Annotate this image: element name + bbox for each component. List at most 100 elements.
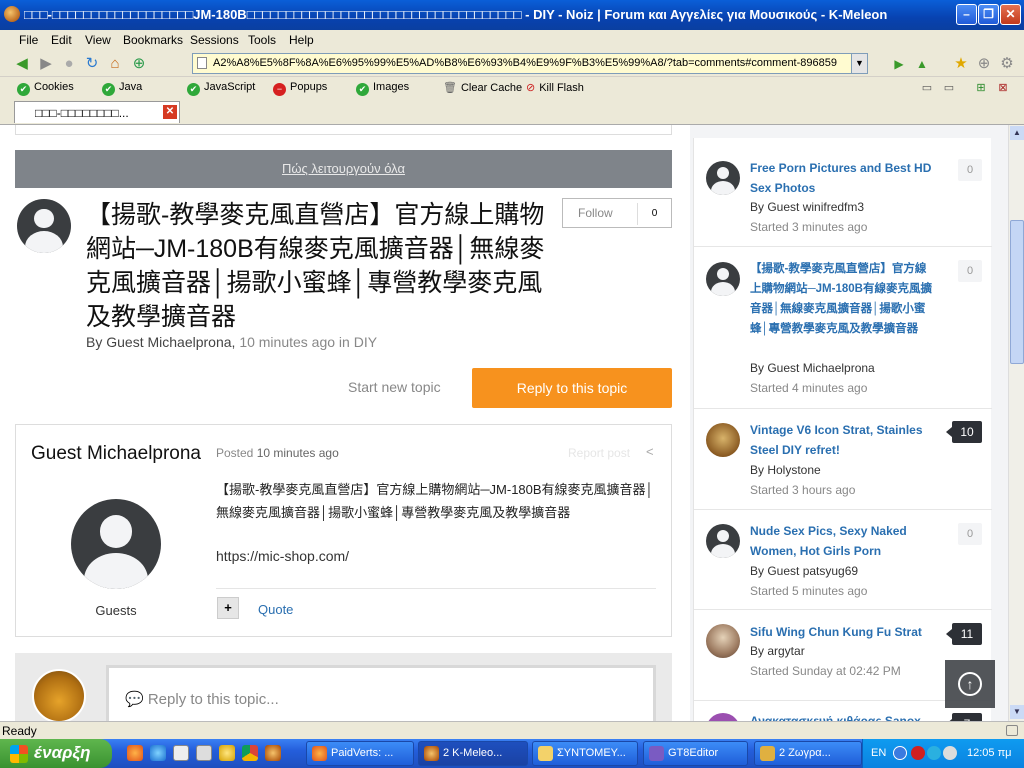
search-icon[interactable]: ⊕	[130, 55, 148, 73]
images-toggle[interactable]: ✔ Images	[356, 81, 409, 96]
list-item[interactable]: Vintage V6 Icon Strat, Stainles Steel DI…	[694, 409, 992, 510]
post-author-name[interactable]: Guest Michaelprona	[16, 442, 216, 466]
gt8editor-icon	[649, 746, 664, 761]
close-button[interactable]: ✕	[1000, 4, 1021, 25]
reply-to-topic-button[interactable]: Reply to this topic	[472, 368, 672, 408]
javascript-toggle[interactable]: ✔ JavaScript	[187, 81, 255, 96]
start-new-topic-link[interactable]: Start new topic	[348, 379, 441, 395]
list-item[interactable]: Free Porn Pictures and Best HD Sex Photo…	[694, 138, 992, 247]
list-item[interactable]: 【揚歌-教學麥克風直營店】官方線上購物網站─JM-180B有線麥克風擴音器│無線…	[694, 247, 992, 409]
window-icon[interactable]	[173, 745, 189, 761]
chrome-icon[interactable]	[242, 745, 258, 761]
tab-current[interactable]: □□□-□□□□□□□□... ✕	[14, 101, 180, 123]
list-item[interactable]: Nude Sex Pics, Sexy Naked Women, Hot Gir…	[694, 510, 992, 610]
menu-edit[interactable]: Edit	[51, 33, 72, 47]
share-icon[interactable]: <	[646, 444, 654, 459]
topic-author-avatar[interactable]	[706, 423, 740, 457]
document-icon[interactable]	[196, 745, 212, 761]
menu-tools[interactable]: Tools	[248, 33, 276, 47]
topic-author-avatar[interactable]	[706, 161, 740, 195]
start-button[interactable]: έναρξη	[0, 739, 112, 768]
forum-link[interactable]: DIY	[354, 334, 377, 350]
topic-link[interactable]: Sifu Wing Chun Kung Fu Strat	[750, 622, 935, 642]
post-link[interactable]: https://mic-shop.com/	[216, 548, 349, 564]
topic-by: By argytar	[750, 644, 805, 658]
post-author-avatar[interactable]	[71, 499, 161, 589]
vertical-scrollbar[interactable]: ▲ ▼	[1008, 125, 1024, 721]
maximize-button[interactable]: ❐	[978, 4, 999, 25]
forward-icon[interactable]: ▶	[37, 55, 55, 73]
menu-view[interactable]: View	[85, 33, 111, 47]
clear-cache-button[interactable]: 🗑 Clear Cache	[443, 81, 522, 94]
back-icon[interactable]: ◀	[13, 55, 31, 73]
up-icon[interactable]: ▲	[913, 55, 931, 73]
posted-time[interactable]: 10 minutes ago	[257, 446, 339, 460]
address-dropdown-icon[interactable]: ▼	[851, 54, 867, 73]
reply-editor[interactable]: 💬 Reply to this topic...	[106, 665, 656, 721]
taskbar-label: GT8Editor	[668, 747, 719, 759]
quote-link[interactable]: Quote	[258, 602, 293, 617]
topic-author-avatar[interactable]	[706, 624, 740, 658]
author-avatar[interactable]	[17, 199, 71, 253]
taskbar-button-kmeleon[interactable]: 2 K-Meleo...	[418, 741, 528, 766]
popups-toggle[interactable]: − Popups	[273, 81, 327, 96]
topic-author-avatar[interactable]: T	[706, 713, 740, 721]
menu-bookmarks[interactable]: Bookmarks	[123, 33, 183, 47]
ie-icon[interactable]	[150, 745, 166, 761]
tab-close-icon[interactable]: ✕	[163, 105, 177, 119]
address-bar[interactable]: A2%A8%E5%8F%8A%E6%95%99%E5%AD%B8%E6%93%B…	[192, 53, 868, 74]
kill-flash-button[interactable]: ⊘ Kill Flash	[526, 81, 584, 94]
menu-file[interactable]: File	[19, 33, 38, 47]
k-meleon-quicklaunch-icon[interactable]	[265, 745, 281, 761]
topic-link[interactable]: Ανακατασκευή κιθάρας Sanox	[750, 711, 935, 721]
address-input[interactable]: A2%A8%E5%8F%8A%E6%95%99%E5%AD%B8%E6%93%B…	[213, 57, 841, 69]
topic-author-avatar[interactable]	[706, 262, 740, 296]
topic-link[interactable]: Free Porn Pictures and Best HD Sex Photo…	[750, 158, 935, 198]
panel-icon[interactable]: ▭	[918, 79, 936, 97]
report-post-link[interactable]: Report post	[568, 446, 630, 460]
scroll-down-arrow-icon[interactable]: ▼	[1010, 705, 1024, 719]
reload-icon[interactable]: ↻	[83, 55, 101, 73]
menu-help[interactable]: Help	[289, 33, 314, 47]
multiquote-plus-button[interactable]: +	[217, 597, 239, 619]
topic-link[interactable]: Nude Sex Pics, Sexy Naked Women, Hot Gir…	[750, 521, 935, 561]
tray-arrow-icon[interactable]	[893, 746, 907, 760]
settings-gear-icon[interactable]: ⚙	[998, 55, 1016, 73]
close-tab-icon[interactable]: ⊠	[994, 79, 1012, 97]
kill-flash-icon: ⊘	[526, 82, 536, 94]
clock[interactable]: 12:05 πμ	[967, 747, 1012, 759]
stop-icon[interactable]: ●	[60, 55, 78, 73]
how-it-works-link[interactable]: Πώς λειτουργούν όλα	[15, 150, 672, 188]
java-toggle[interactable]: ✔ Java	[102, 81, 142, 96]
minimize-button[interactable]: –	[956, 4, 977, 25]
window-titlebar[interactable]: □□□-□□□□□□□□□□□□□□□□□□JM-180B□□□□□□□□□□□…	[0, 0, 1024, 30]
author-link[interactable]: Guest Michaelprona	[106, 334, 231, 350]
network-icon[interactable]	[927, 746, 941, 760]
volume-icon[interactable]	[943, 746, 957, 760]
reply-count-badge: 0	[958, 523, 982, 545]
follow-button[interactable]: Follow 0	[562, 198, 672, 228]
bookmark-star-icon[interactable]: ★	[952, 55, 970, 73]
go-icon[interactable]: ▶	[890, 55, 908, 73]
scrollbar-thumb[interactable]	[1010, 220, 1024, 364]
cookies-toggle[interactable]: ✔ Cookies	[17, 81, 74, 96]
new-tab-icon[interactable]: ⊞	[972, 79, 990, 97]
cookies-label: Cookies	[34, 81, 74, 93]
taskbar-button-gt8editor[interactable]: GT8Editor	[643, 741, 748, 766]
topic-author-avatar[interactable]	[706, 524, 740, 558]
scroll-to-top-button[interactable]: ↑	[945, 660, 995, 708]
topic-link[interactable]: 【揚歌-教學麥克風直營店】官方線上購物網站─JM-180B有線麥克風擴音器│無線…	[750, 259, 935, 339]
antivirus-icon[interactable]	[911, 746, 925, 760]
menu-sessions[interactable]: Sessions	[190, 33, 239, 47]
home-icon[interactable]: ⌂	[106, 55, 124, 73]
taskbar-button-folder[interactable]: ΣΥΝΤΟΜΕΥ...	[532, 741, 638, 766]
language-indicator[interactable]: EN	[871, 747, 886, 759]
scroll-up-arrow-icon[interactable]: ▲	[1010, 126, 1024, 140]
firefox-icon[interactable]	[127, 745, 143, 761]
topic-link[interactable]: Vintage V6 Icon Strat, Stainles Steel DI…	[750, 420, 935, 460]
taskbar-button-paint[interactable]: 2 Ζωγρα...	[754, 741, 862, 766]
sidebar-icon[interactable]: ▭	[940, 79, 958, 97]
taskbar-button-paidverts[interactable]: PaidVerts: ...	[306, 741, 414, 766]
clock-icon[interactable]	[219, 745, 235, 761]
add-bookmark-icon[interactable]: ⊕	[975, 55, 993, 73]
